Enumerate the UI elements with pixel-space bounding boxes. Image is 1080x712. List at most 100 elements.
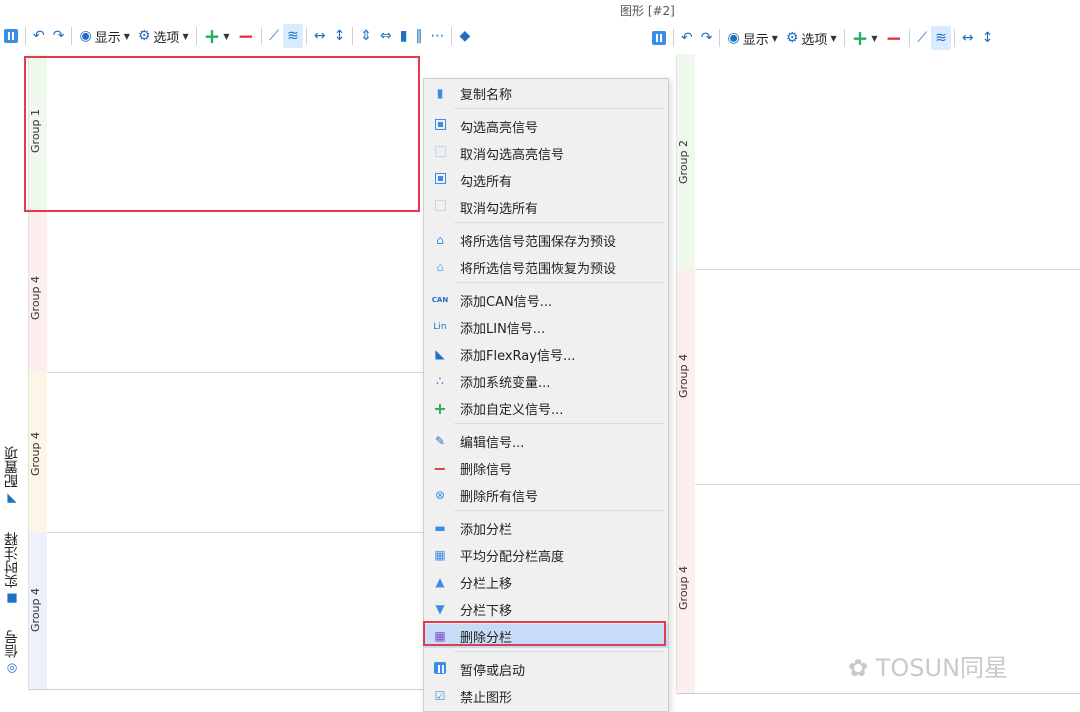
menu-item-add-flexray[interactable]: ◣ 添加FlexRay信号... [424, 342, 668, 366]
group-label: Group 4 [29, 432, 42, 476]
options-menu-button[interactable]: ⚙ 选项 ▼ [782, 26, 841, 50]
panel-bottom-border [29, 689, 429, 690]
redo-icon: ↷ [52, 28, 65, 44]
menu-item-move-column-down[interactable]: ▼ 分栏下移 [424, 597, 668, 621]
group-label: Group 4 [677, 354, 690, 398]
row-divider [695, 484, 1080, 485]
group-label: Group 4 [29, 276, 42, 320]
group-label: Group 2 [677, 140, 690, 184]
menu-item-pause-start[interactable]: 暂停或启动 [424, 657, 668, 681]
pause-icon [4, 29, 18, 43]
menu-item-delete-signal[interactable]: − 删除信号 [424, 456, 668, 480]
dual-cursor-icon: ‖ [415, 28, 423, 44]
eraser-button[interactable]: ◆ [455, 24, 474, 48]
menu-item-add-can[interactable]: CAN 添加CAN信号... [424, 288, 668, 312]
menu-item-save-preset[interactable]: ⌂ 将所选信号范围保存为预设 [424, 228, 668, 252]
plus-icon: + [851, 26, 869, 50]
undo-icon: ↶ [681, 30, 693, 46]
line-chart-icon: ⟋ [917, 30, 928, 46]
menu-item-add-custom-signal[interactable]: + 添加自定义信号... [424, 396, 668, 420]
group-label: Group 4 [677, 566, 690, 610]
show-menu-button[interactable]: ◉ 显示 ▼ [75, 24, 133, 48]
row-divider [47, 532, 429, 533]
single-axis-button[interactable]: ⟋ [265, 24, 283, 48]
tab-config[interactable]: ◥ 配置项 [2, 446, 22, 506]
expand-vertical-button[interactable]: ⇕ [356, 24, 376, 48]
fit-horizontal-icon: ↔ [313, 28, 326, 44]
gear-icon: ⚙ [137, 28, 151, 44]
more-button[interactable]: ⋯ [426, 24, 448, 48]
menu-item-delete-all-signals[interactable]: ⊗ 删除所有信号 [424, 483, 668, 507]
menu-item-disable-graph[interactable]: ☑ 禁止图形 [424, 684, 668, 708]
signal-icon: ◎ [5, 662, 19, 676]
pause-icon [428, 661, 452, 677]
pencil-icon: ✎ [434, 434, 446, 448]
undo-button[interactable]: ↶ [29, 24, 49, 48]
menu-item-check-all[interactable]: 勾选所有 [424, 168, 668, 192]
wechat-icon: ✿ [848, 654, 869, 682]
redo-icon: ↷ [700, 30, 713, 46]
menu-item-add-column[interactable]: ▬ 添加分栏 [424, 516, 668, 540]
triangle-down-icon: ▼ [435, 602, 445, 616]
more-icon: ⋯ [430, 28, 445, 44]
pin-icon: ◥ [5, 492, 19, 506]
highlighted-group-frame [24, 56, 420, 212]
check-square-icon: ☑ [434, 689, 446, 703]
window-title: 图形 [#2] [620, 4, 675, 18]
toolbar-right: ↶ ↷ ◉ 显示 ▼ ⚙ 选项 ▼ + ▼ − ⟋ ≋ ↔ ↕ [648, 24, 1080, 52]
single-axis-button[interactable]: ⟋ [913, 26, 931, 50]
highlighted-menu-item-frame [423, 621, 666, 646]
fit-vertical-icon: ↕ [333, 28, 346, 44]
fit-vertical-button[interactable]: ↕ [978, 26, 998, 50]
menu-item-move-column-up[interactable]: ▲ 分栏上移 [424, 570, 668, 594]
plus-icon: + [433, 398, 447, 418]
close-circle-icon: ⊗ [434, 488, 446, 502]
undo-icon: ↶ [33, 28, 45, 44]
fit-horizontal-button[interactable]: ↔ [958, 26, 978, 50]
multi-axis-button[interactable]: ≋ [283, 24, 303, 48]
row-divider [47, 372, 429, 373]
dual-cursor-button[interactable]: ‖ [411, 24, 426, 48]
menu-item-add-system-variable[interactable]: ∴ 添加系统变量... [424, 369, 668, 393]
right-graph-panel[interactable]: Group 2 Group 4 Group 4 [676, 54, 1080, 694]
fit-horizontal-button[interactable]: ↔ [310, 24, 330, 48]
redo-button[interactable]: ↷ [697, 26, 717, 50]
redo-button[interactable]: ↷ [49, 24, 69, 48]
checkbox-checked-icon [428, 119, 452, 133]
triangle-up-icon: ▲ [435, 575, 445, 589]
bookmark-icon: ■ [5, 592, 19, 606]
system-var-icon: ∴ [436, 374, 444, 388]
fit-vertical-button[interactable]: ↕ [330, 24, 350, 48]
remove-signal-button[interactable]: − [234, 24, 259, 48]
menu-item-restore-preset[interactable]: ⌂ 将所选信号范围恢复为预设 [424, 255, 668, 279]
menu-item-add-lin[interactable]: Lin 添加LIN信号... [424, 315, 668, 339]
copy-icon: ▮ [436, 86, 444, 100]
menu-item-uncheck-all[interactable]: 取消勾选所有 [424, 195, 668, 219]
cursor-button[interactable]: ▮ [396, 24, 412, 48]
add-signal-button[interactable]: + ▼ [848, 26, 882, 50]
menu-item-equalize-height[interactable]: ▦ 平均分配分栏高度 [424, 543, 668, 567]
menu-item-check-highlighted[interactable]: 勾选高亮信号 [424, 114, 668, 138]
add-column-icon: ▬ [434, 521, 446, 535]
expand-vertical-icon: ⇕ [360, 28, 373, 44]
pause-button[interactable] [648, 26, 670, 50]
options-menu-button[interactable]: ⚙ 选项 ▼ [134, 24, 193, 48]
multi-axis-button[interactable]: ≋ [931, 26, 951, 50]
eraser-icon: ◆ [459, 28, 471, 44]
cursor-bar-icon: ▮ [399, 28, 408, 44]
menu-item-uncheck-highlighted[interactable]: 取消勾选高亮信号 [424, 141, 668, 165]
menu-item-copy-name[interactable]: ▮ 复制名称 [424, 81, 668, 105]
remove-signal-button[interactable]: − [882, 26, 907, 50]
menu-item-edit-signal[interactable]: ✎ 编辑信号... [424, 429, 668, 453]
pause-button[interactable] [0, 24, 22, 48]
equal-height-icon: ▦ [434, 548, 446, 562]
show-menu-button[interactable]: ◉ 显示 ▼ [723, 26, 781, 50]
add-signal-button[interactable]: + ▼ [200, 24, 234, 48]
undo-button[interactable]: ↶ [677, 26, 697, 50]
checkbox-checked-icon [428, 173, 452, 187]
expand-horizontal-button[interactable]: ⇔ [376, 24, 396, 48]
display-icon: ◉ [79, 28, 92, 44]
tab-annotation[interactable]: ■ 实时注释 [2, 532, 22, 606]
minus-icon: − [237, 24, 255, 48]
tab-signal[interactable]: ◎ 信号 [2, 630, 22, 676]
